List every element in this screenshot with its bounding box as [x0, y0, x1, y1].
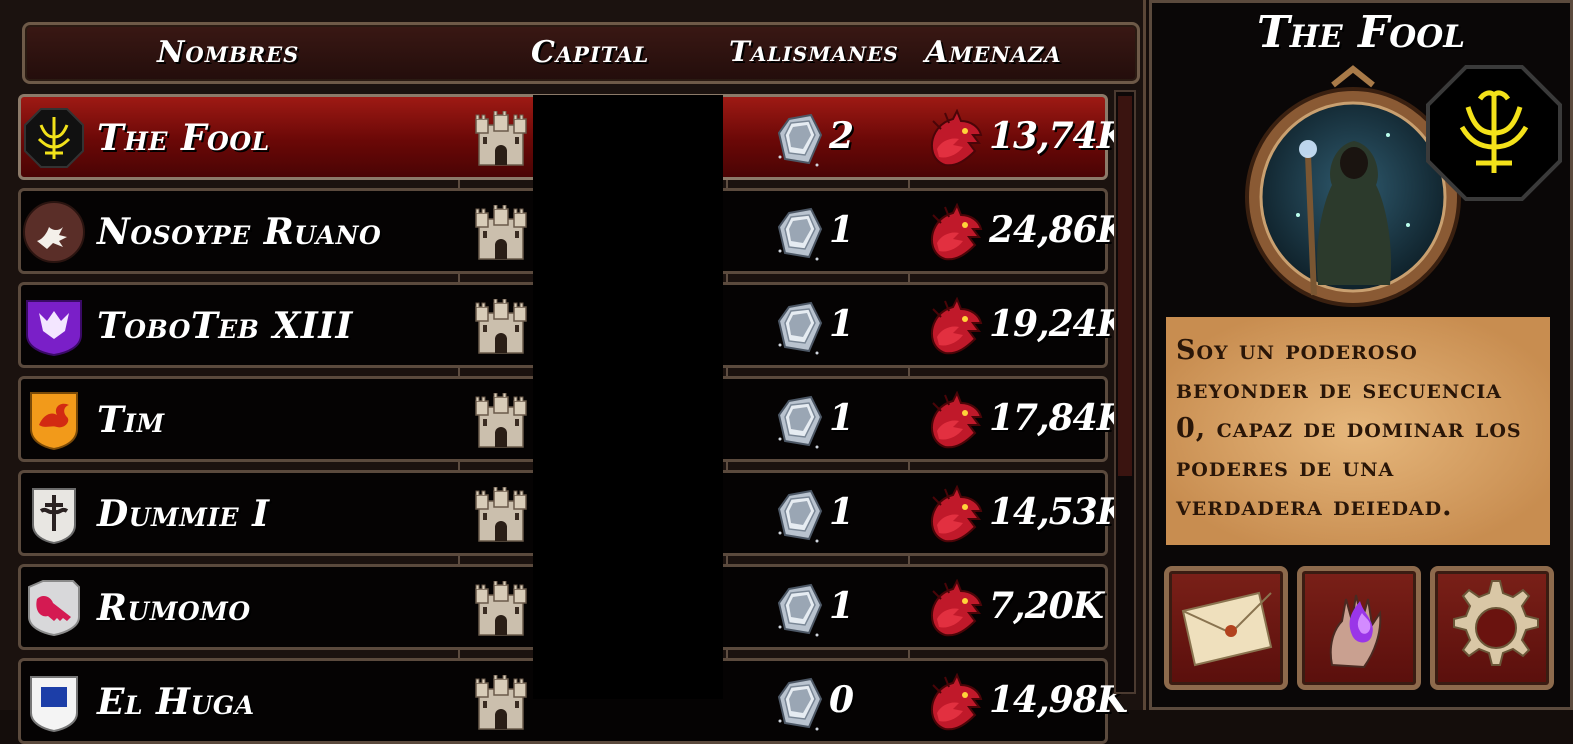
envelope-icon: [1181, 591, 1273, 667]
dragon-threat-icon: [927, 203, 985, 263]
capital-castle-icon[interactable]: [473, 675, 529, 731]
header-talismans: Talismanes: [729, 35, 899, 68]
capital-column-redacted: [533, 95, 723, 699]
threat-value: 24,86K: [989, 209, 1128, 251]
capital-castle-icon[interactable]: [473, 205, 529, 261]
talisman-gem-icon: [777, 395, 823, 449]
crest-icon: [23, 107, 85, 169]
capital-castle-icon[interactable]: [473, 299, 529, 355]
header-capital: Capital: [531, 35, 650, 70]
table-header: Nombres Capital Talismanes Amenaza: [22, 22, 1140, 84]
player-name: Dummie I: [97, 493, 270, 535]
player-description: Soy un poderoso beyonder de secuencia 0,…: [1166, 317, 1550, 545]
list-scrollbar[interactable]: [1114, 90, 1136, 694]
header-threat: Amenaza: [925, 35, 1062, 70]
player-detail-panel: The Fool Soy un poderoso beyonder de sec…: [1149, 0, 1573, 710]
talisman-count: 1: [829, 397, 855, 439]
threat-value: 19,24K: [989, 303, 1128, 345]
dragon-threat-icon: [927, 391, 985, 451]
talisman-gem-icon: [777, 677, 823, 731]
talisman-count: 1: [829, 585, 855, 627]
settings-button[interactable]: [1430, 566, 1554, 690]
selected-player-title: The Fool: [1256, 7, 1466, 58]
dragon-threat-icon: [927, 485, 985, 545]
talisman-gem-icon: [777, 113, 823, 167]
threat-value: 13,74K: [989, 115, 1128, 157]
crest-icon: [23, 577, 85, 639]
capital-castle-icon[interactable]: [473, 111, 529, 167]
gear-icon: [1453, 580, 1539, 666]
threat-value: 7,20K: [989, 585, 1104, 627]
threat-value: 14,53K: [989, 491, 1128, 533]
crest-icon: [23, 201, 85, 263]
talisman-gem-icon: [777, 207, 823, 261]
talisman-gem-icon: [777, 301, 823, 355]
magic-button[interactable]: [1297, 566, 1421, 690]
crest-icon: [23, 671, 85, 733]
player-name: Rumomo: [97, 587, 251, 629]
crest-icon: [23, 483, 85, 545]
faction-emblem-icon: [1426, 65, 1562, 201]
talisman-gem-icon: [777, 489, 823, 543]
threat-value: 14,98K: [989, 679, 1128, 721]
player-name: Tim: [97, 399, 165, 441]
purple-flame-hand-icon: [1329, 594, 1382, 669]
player-name: El Huga: [97, 681, 255, 723]
scrollbar-thumb[interactable]: [1118, 96, 1132, 476]
crest-icon: [23, 295, 85, 357]
threat-value: 17,84K: [989, 397, 1128, 439]
player-name: ToboTeb XIII: [97, 305, 353, 347]
talisman-count: 0: [829, 679, 855, 721]
talisman-count: 2: [829, 115, 855, 157]
crest-icon: [23, 389, 85, 451]
player-name: The Fool: [97, 117, 270, 159]
dragon-threat-icon: [927, 109, 985, 169]
dragon-threat-icon: [927, 579, 985, 639]
message-button[interactable]: [1164, 566, 1288, 690]
talisman-count: 1: [829, 491, 855, 533]
talisman-gem-icon: [777, 583, 823, 637]
player-name: Nosoype Ruano: [97, 211, 382, 253]
leaderboard-panel: Nombres Capital Talismanes Amenaza The F…: [0, 0, 1146, 744]
talisman-count: 1: [829, 209, 855, 251]
dragon-threat-icon: [927, 673, 985, 733]
capital-castle-icon[interactable]: [473, 581, 529, 637]
header-names: Nombres: [157, 35, 300, 70]
capital-castle-icon[interactable]: [473, 393, 529, 449]
dragon-threat-icon: [927, 297, 985, 357]
capital-castle-icon[interactable]: [473, 487, 529, 543]
talisman-count: 1: [829, 303, 855, 345]
